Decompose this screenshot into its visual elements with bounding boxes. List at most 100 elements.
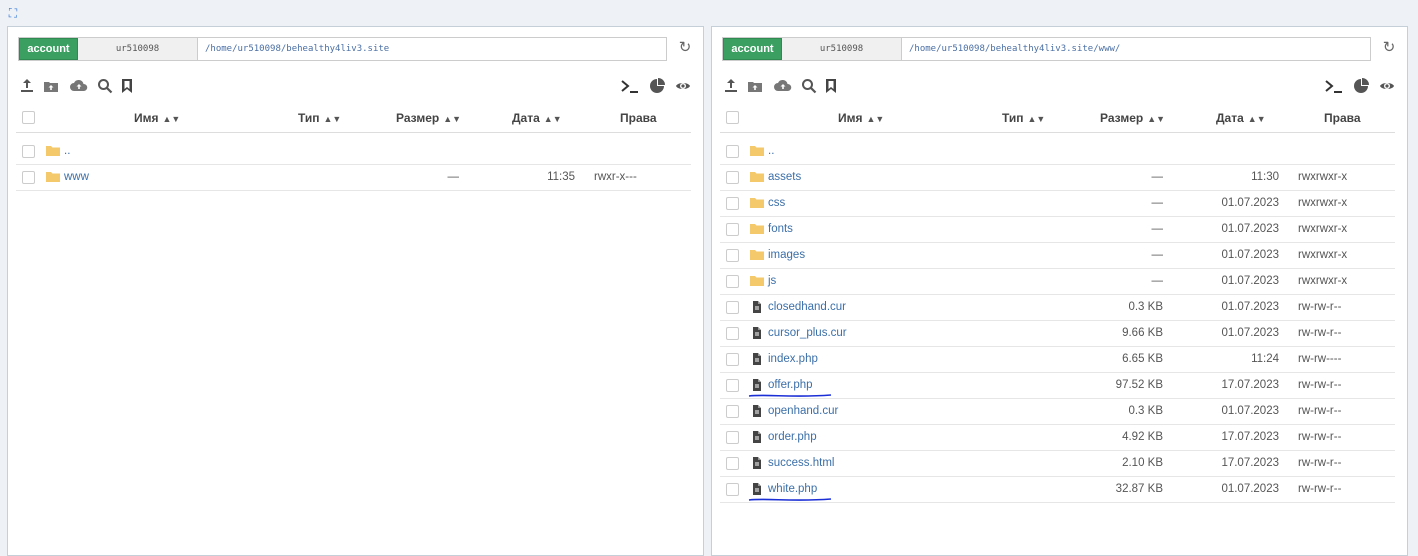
row-checkbox[interactable] <box>726 457 739 470</box>
item-name-link[interactable]: white.php <box>768 483 817 495</box>
item-name-link[interactable]: openhand.cur <box>768 405 838 417</box>
file-row[interactable]: success.html 2.10 KB 17.07.2023 rw-rw-r-- <box>720 451 1395 477</box>
account-button[interactable]: account <box>723 38 782 60</box>
item-permissions[interactable]: rwxrwxr-x <box>1298 197 1347 209</box>
cloud-upload-icon[interactable] <box>772 77 794 95</box>
user-field[interactable]: ur510098 <box>782 38 902 60</box>
column-type[interactable]: Тип ▲▼ <box>298 111 341 125</box>
item-permissions[interactable]: rw-rw---- <box>1298 353 1341 365</box>
item-permissions[interactable]: rwxrwxr-x <box>1298 275 1347 287</box>
column-name[interactable]: Имя ▲▼ <box>134 111 180 125</box>
item-name-link[interactable]: index.php <box>768 353 818 365</box>
search-icon[interactable] <box>800 77 818 95</box>
user-field[interactable]: ur510098 <box>78 38 198 60</box>
folder-row[interactable]: images — 01.07.2023 rwxrwxr-x <box>720 243 1395 269</box>
row-checkbox[interactable] <box>726 145 739 158</box>
item-name-link[interactable]: cursor_plus.cur <box>768 327 847 339</box>
column-date[interactable]: Дата ▲▼ <box>512 111 562 125</box>
item-permissions[interactable]: rw-rw-r-- <box>1298 483 1341 495</box>
column-type[interactable]: Тип ▲▼ <box>1002 111 1045 125</box>
item-permissions[interactable]: rw-rw-r-- <box>1298 327 1341 339</box>
item-name-link[interactable]: css <box>768 197 785 209</box>
item-name-link[interactable]: .. <box>64 145 70 157</box>
row-checkbox[interactable] <box>726 275 739 288</box>
file-row[interactable]: index.php 6.65 KB 11:24 rw-rw---- <box>720 347 1395 373</box>
item-name-link[interactable]: offer.php <box>768 379 813 391</box>
terminal-icon[interactable] <box>619 77 641 95</box>
row-checkbox[interactable] <box>726 197 739 210</box>
row-checkbox[interactable] <box>726 171 739 184</box>
row-checkbox[interactable] <box>726 483 739 496</box>
file-row[interactable]: closedhand.cur 0.3 KB 01.07.2023 rw-rw-r-- <box>720 295 1395 321</box>
item-permissions[interactable]: rw-rw-r-- <box>1298 457 1341 469</box>
row-checkbox[interactable] <box>22 145 35 158</box>
folder-row[interactable]: css — 01.07.2023 rwxrwxr-x <box>720 191 1395 217</box>
folder-row[interactable]: www — 11:35 rwxr-x--- <box>16 165 691 191</box>
upload-folder-icon[interactable] <box>42 77 60 95</box>
column-size[interactable]: Размер ▲▼ <box>396 111 461 125</box>
row-checkbox[interactable] <box>726 405 739 418</box>
file-row[interactable]: offer.php 97.52 KB 17.07.2023 rw-rw-r-- <box>720 373 1395 399</box>
folder-row[interactable]: js — 01.07.2023 rwxrwxr-x <box>720 269 1395 295</box>
disk-usage-icon[interactable] <box>1352 77 1370 95</box>
folder-row[interactable]: .. <box>720 139 1395 165</box>
file-row[interactable]: cursor_plus.cur 9.66 KB 01.07.2023 rw-rw-r-… <box>720 321 1395 347</box>
cloud-upload-icon[interactable] <box>68 77 90 95</box>
item-name-link[interactable]: order.php <box>768 431 817 443</box>
column-perms[interactable]: Права <box>1324 111 1361 125</box>
item-name-link[interactable]: www <box>64 171 89 183</box>
select-all-checkbox[interactable] <box>726 111 739 124</box>
path-input[interactable] <box>198 38 666 60</box>
item-permissions[interactable]: rwxrwxr-x <box>1298 171 1347 183</box>
column-date[interactable]: Дата ▲▼ <box>1216 111 1266 125</box>
file-row[interactable]: white.php 32.87 KB 01.07.2023 rw-rw-r-- <box>720 477 1395 503</box>
terminal-icon[interactable] <box>1323 77 1345 95</box>
folder-row[interactable]: assets — 11:30 rwxrwxr-x <box>720 165 1395 191</box>
path-input[interactable] <box>902 38 1370 60</box>
search-icon[interactable] <box>96 77 114 95</box>
row-checkbox[interactable] <box>726 249 739 262</box>
upload-folder-icon[interactable] <box>746 77 764 95</box>
row-checkbox[interactable] <box>726 353 739 366</box>
item-permissions[interactable]: rwxrwxr-x <box>1298 223 1347 235</box>
upload-icon[interactable] <box>722 77 740 95</box>
file-row[interactable]: order.php 4.92 KB 17.07.2023 rw-rw-r-- <box>720 425 1395 451</box>
item-name-link[interactable]: closedhand.cur <box>768 301 846 313</box>
item-permissions[interactable]: rw-rw-r-- <box>1298 301 1341 313</box>
row-checkbox[interactable] <box>726 379 739 392</box>
column-name[interactable]: Имя ▲▼ <box>838 111 884 125</box>
item-name-link[interactable]: js <box>768 275 776 287</box>
refresh-icon[interactable]: ↻ <box>1381 40 1397 56</box>
item-name-link[interactable]: assets <box>768 171 801 183</box>
item-name-link[interactable]: success.html <box>768 457 834 469</box>
item-permissions[interactable]: rwxr-x--- <box>594 171 637 183</box>
item-name-link[interactable]: .. <box>768 145 774 157</box>
row-checkbox[interactable] <box>726 431 739 444</box>
row-checkbox[interactable] <box>22 171 35 184</box>
bookmark-icon[interactable] <box>822 77 840 95</box>
item-permissions[interactable]: rw-rw-r-- <box>1298 431 1341 443</box>
row-checkbox[interactable] <box>726 301 739 314</box>
item-permissions[interactable]: rw-rw-r-- <box>1298 379 1341 391</box>
column-perms[interactable]: Права <box>620 111 657 125</box>
bookmark-icon[interactable] <box>118 77 136 95</box>
disk-usage-icon[interactable] <box>648 77 666 95</box>
column-size[interactable]: Размер ▲▼ <box>1100 111 1165 125</box>
folder-icon <box>750 198 764 208</box>
account-button[interactable]: account <box>19 38 78 60</box>
select-all-checkbox[interactable] <box>22 111 35 124</box>
item-name-link[interactable]: fonts <box>768 223 793 235</box>
row-checkbox[interactable] <box>726 223 739 236</box>
item-permissions[interactable]: rwxrwxr-x <box>1298 249 1347 261</box>
item-name-link[interactable]: images <box>768 249 805 261</box>
upload-icon[interactable] <box>18 77 36 95</box>
folder-row[interactable]: fonts — 01.07.2023 rwxrwxr-x <box>720 217 1395 243</box>
item-permissions[interactable]: rw-rw-r-- <box>1298 405 1341 417</box>
fullscreen-icon[interactable]: ⛶ <box>6 6 20 20</box>
row-checkbox[interactable] <box>726 327 739 340</box>
eye-icon[interactable] <box>674 77 692 95</box>
eye-icon[interactable] <box>1378 77 1396 95</box>
folder-row[interactable]: .. <box>16 139 691 165</box>
refresh-icon[interactable]: ↻ <box>677 40 693 56</box>
file-row[interactable]: openhand.cur 0.3 KB 01.07.2023 rw-rw-r-- <box>720 399 1395 425</box>
